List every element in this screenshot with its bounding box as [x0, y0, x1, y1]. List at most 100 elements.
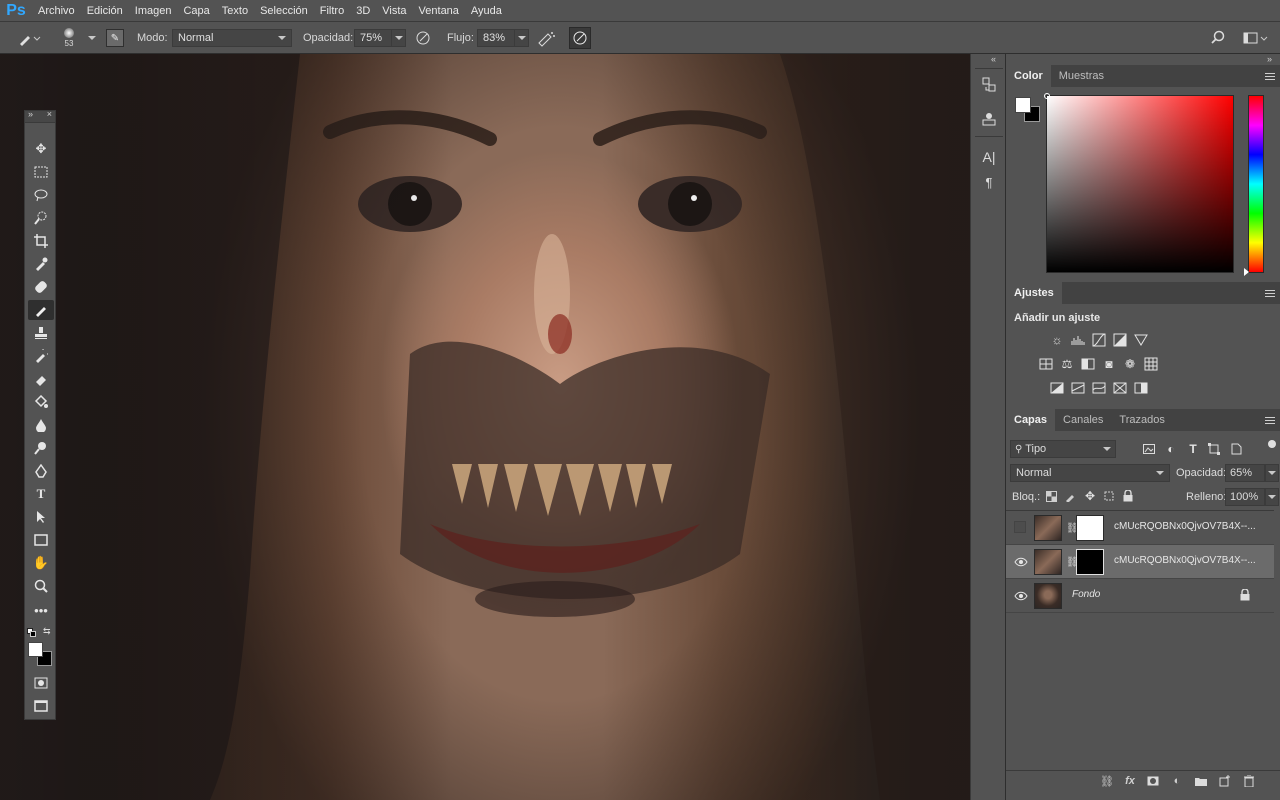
menu-filtro[interactable]: Filtro — [314, 0, 350, 22]
tab-capas[interactable]: Capas — [1006, 409, 1056, 431]
pressure-size-button[interactable] — [569, 22, 591, 54]
layer-style-button[interactable]: fx — [1121, 772, 1139, 790]
zoom-tool[interactable] — [28, 576, 54, 596]
opacity-input[interactable]: 75% — [354, 29, 392, 47]
flow-input[interactable]: 83% — [477, 29, 515, 47]
close-icon[interactable]: × — [47, 109, 52, 119]
menu-vista[interactable]: Vista — [376, 0, 412, 22]
document-canvas[interactable] — [0, 54, 1004, 800]
menu-imagen[interactable]: Imagen — [129, 0, 178, 22]
quick-mask-button[interactable] — [28, 673, 54, 693]
tools-panel-header[interactable]: » × — [25, 109, 55, 123]
menu-3d[interactable]: 3D — [350, 0, 376, 22]
pen-tool[interactable] — [28, 461, 54, 481]
hue-saturation-button[interactable] — [1037, 355, 1055, 373]
mode-select[interactable]: Normal — [172, 22, 292, 54]
tab-trazados[interactable]: Trazados — [1111, 409, 1172, 431]
layer-mask-thumbnail[interactable] — [1076, 515, 1104, 541]
type-tool[interactable]: T — [28, 484, 54, 504]
menu-texto[interactable]: Texto — [216, 0, 254, 22]
flow-dropdown[interactable] — [515, 29, 529, 47]
layer-filter-select[interactable]: ⚲ Tipo — [1010, 440, 1116, 458]
eye-icon[interactable] — [1014, 555, 1028, 569]
marquee-tool[interactable] — [28, 162, 54, 182]
layer-mask-thumbnail[interactable] — [1076, 549, 1104, 575]
properties-panel-button[interactable] — [977, 108, 1001, 130]
curves-button[interactable] — [1090, 331, 1108, 349]
pressure-opacity-button[interactable] — [414, 22, 432, 54]
eyedropper-tool[interactable] — [28, 254, 54, 274]
brush-tool[interactable] — [28, 300, 54, 320]
foreground-color-swatch[interactable] — [28, 642, 43, 657]
history-brush-tool[interactable] — [28, 346, 54, 366]
panel-menu-icon[interactable] — [1265, 417, 1275, 424]
opacity-dropdown[interactable] — [392, 29, 406, 47]
hand-tool[interactable]: ✋ — [28, 553, 54, 573]
photo-filter-button[interactable]: ◙ — [1100, 355, 1118, 373]
layer-row[interactable]: ⛓ cMUcRQOBNx0QjvOV7B4X--... — [1006, 511, 1274, 545]
tab-color[interactable]: Color — [1006, 65, 1051, 87]
lock-all-button[interactable] — [1119, 487, 1137, 505]
channel-mixer-button[interactable]: ❁ — [1121, 355, 1139, 373]
screen-mode-button[interactable] — [28, 696, 54, 716]
crop-tool[interactable] — [28, 231, 54, 251]
tab-ajustes[interactable]: Ajustes — [1006, 282, 1062, 304]
collapse-icon[interactable]: » — [1267, 54, 1272, 64]
add-mask-button[interactable] — [1144, 772, 1162, 790]
eye-icon[interactable] — [1014, 589, 1028, 603]
new-group-button[interactable] — [1192, 772, 1210, 790]
layer-row-selected[interactable]: ⛓ cMUcRQOBNx0QjvOV7B4X--... — [1006, 545, 1274, 579]
brush-size-picker[interactable]: 53 — [64, 22, 74, 54]
foreground-color-swatch[interactable] — [1015, 97, 1031, 113]
lock-pixels-button[interactable] — [1062, 487, 1080, 505]
exposure-button[interactable] — [1111, 331, 1129, 349]
panel-menu-icon[interactable] — [1265, 290, 1275, 297]
tab-canales[interactable]: Canales — [1055, 409, 1111, 431]
menu-capa[interactable]: Capa — [177, 0, 215, 22]
selective-color-button[interactable] — [1111, 379, 1129, 397]
brush-tool-preset[interactable] — [14, 22, 44, 54]
character-panel-button[interactable]: A| — [977, 146, 1001, 168]
filter-shape-button[interactable] — [1205, 440, 1223, 458]
filter-type-button[interactable]: T — [1184, 440, 1202, 458]
menu-edicion[interactable]: Edición — [81, 0, 129, 22]
lasso-tool[interactable] — [28, 185, 54, 205]
filter-pixel-button[interactable] — [1140, 440, 1158, 458]
layer-opacity-dropdown[interactable] — [1265, 464, 1279, 482]
gradient-map-button[interactable] — [1132, 379, 1150, 397]
lock-transparency-button[interactable] — [1042, 487, 1060, 505]
hue-slider[interactable] — [1244, 95, 1264, 276]
collapse-icon[interactable]: « — [991, 54, 996, 64]
filter-adjustment-button[interactable]: ◐ — [1162, 440, 1180, 458]
new-layer-button[interactable] — [1216, 772, 1234, 790]
fill-dropdown[interactable] — [1265, 488, 1279, 506]
search-button[interactable] — [1210, 22, 1226, 54]
panel-menu-icon[interactable] — [1265, 73, 1275, 80]
more-tools[interactable]: ••• — [28, 600, 54, 620]
hue-slider-handle[interactable] — [1244, 268, 1249, 276]
swap-colors-icon[interactable]: ⇆ — [43, 626, 51, 637]
eraser-tool[interactable] — [28, 369, 54, 389]
paragraph-panel-button[interactable]: ¶ — [977, 171, 1001, 193]
link-layers-button[interactable]: ⛓ — [1098, 772, 1116, 790]
posterize-button[interactable] — [1069, 379, 1087, 397]
menu-seleccion[interactable]: Selección — [254, 0, 314, 22]
default-colors-button[interactable] — [27, 628, 37, 638]
brush-size-dropdown[interactable] — [88, 22, 96, 54]
new-adjustment-button[interactable]: ◐ — [1168, 772, 1186, 790]
delete-layer-button[interactable] — [1240, 772, 1258, 790]
color-picker-cursor[interactable] — [1044, 93, 1050, 99]
blend-mode-select[interactable]: Normal — [1010, 464, 1170, 482]
clone-stamp-tool[interactable] — [28, 323, 54, 343]
brightness-contrast-button[interactable]: ☼ — [1048, 331, 1066, 349]
lock-position-button[interactable]: ✥ — [1081, 487, 1099, 505]
blur-tool[interactable] — [28, 415, 54, 435]
menu-ayuda[interactable]: Ayuda — [465, 0, 508, 22]
airbrush-button[interactable] — [536, 22, 556, 54]
layer-name[interactable]: cMUcRQOBNx0QjvOV7B4X--... — [1114, 555, 1256, 566]
lock-artboard-button[interactable] — [1100, 487, 1118, 505]
tab-muestras[interactable]: Muestras — [1051, 65, 1112, 87]
path-selection-tool[interactable] — [28, 507, 54, 527]
menu-archivo[interactable]: Archivo — [32, 0, 81, 22]
vibrance-button[interactable] — [1132, 331, 1150, 349]
